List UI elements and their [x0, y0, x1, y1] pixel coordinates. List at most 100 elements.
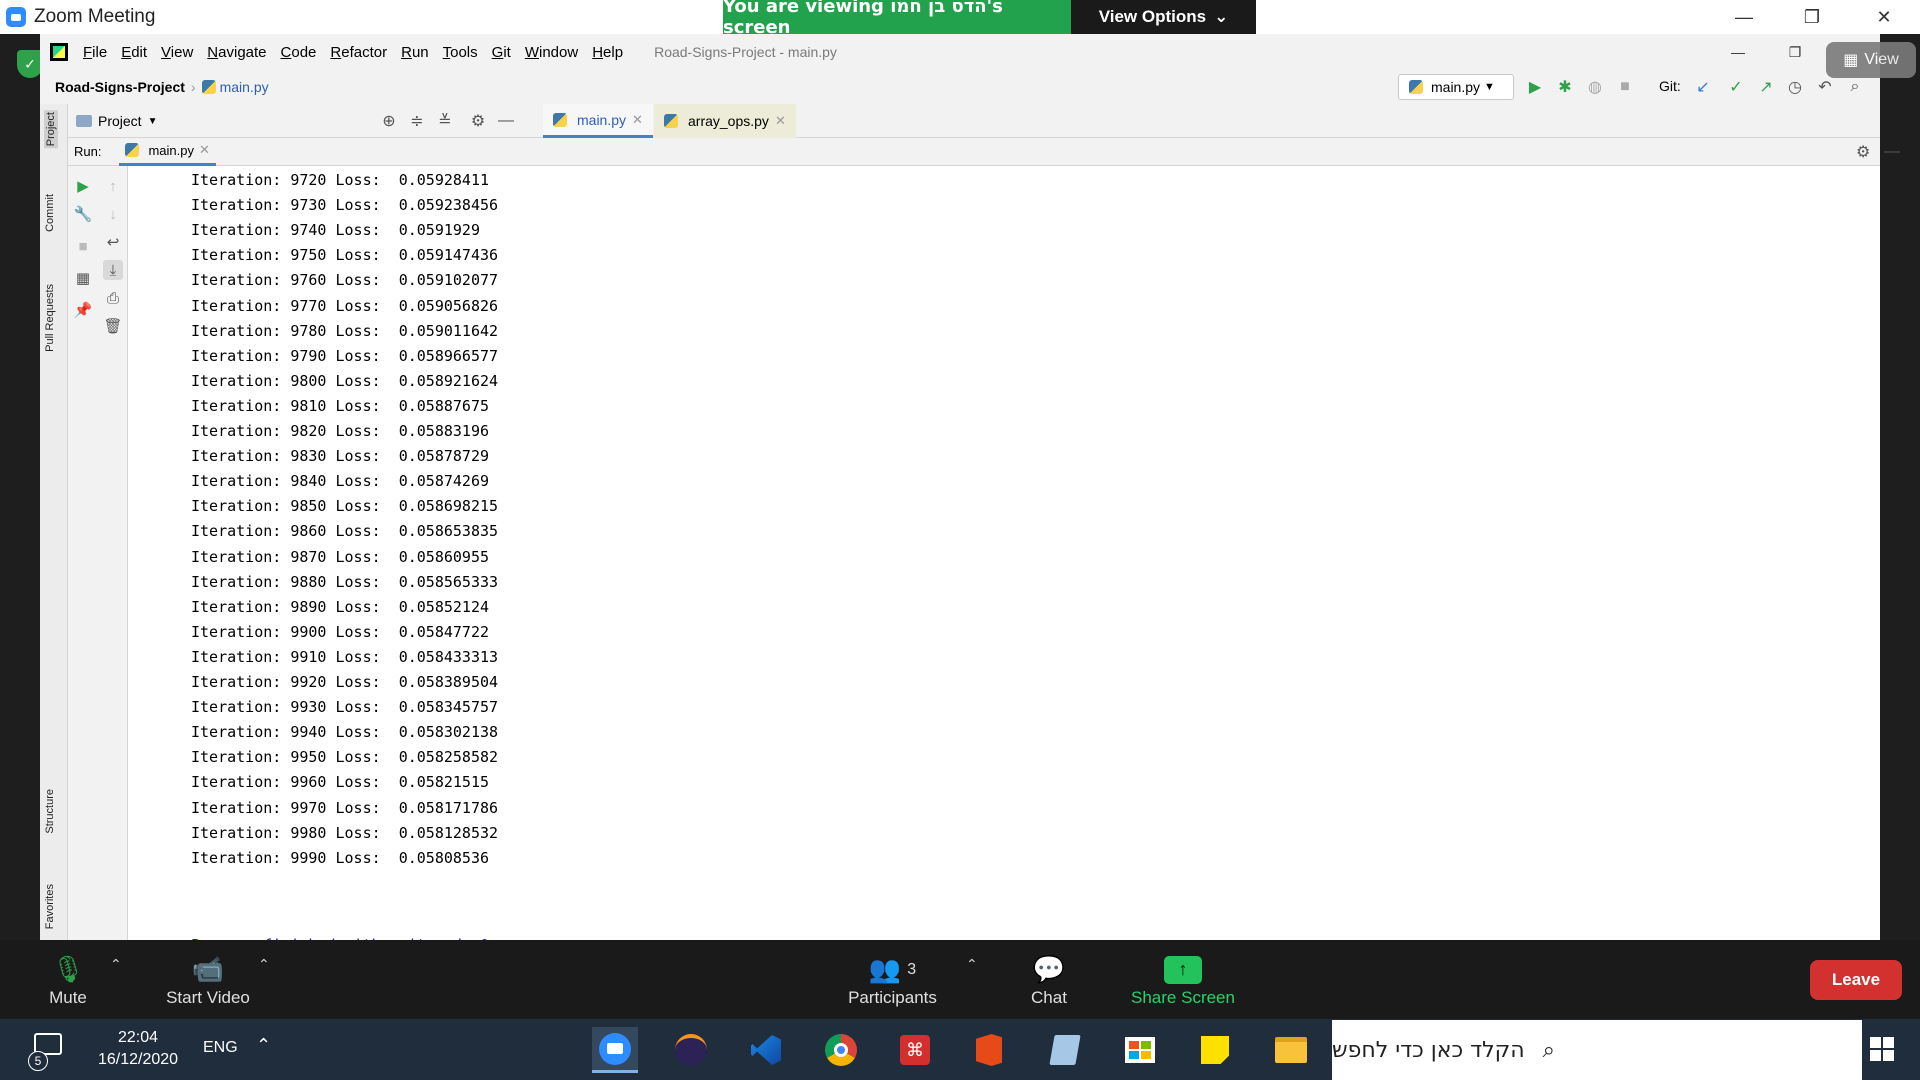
chevron-up-icon[interactable]: ⌃: [966, 956, 978, 973]
layout-icon[interactable]: ▦: [73, 268, 93, 288]
menu-code[interactable]: Code: [281, 44, 317, 61]
pull-requests-tool-button[interactable]: Pull Requests: [44, 284, 56, 352]
trash-icon[interactable]: 🗑: [103, 316, 123, 336]
rollback-icon[interactable]: ↶: [1814, 76, 1836, 98]
git-commit-icon[interactable]: ✓: [1725, 76, 1747, 98]
view-options-button[interactable]: View Options ⌄: [1071, 0, 1256, 34]
eclipse-app-icon[interactable]: [668, 1027, 714, 1073]
tab-main-py[interactable]: main.py ✕: [543, 104, 653, 138]
office-app-icon[interactable]: [966, 1027, 1012, 1073]
chevron-up-icon[interactable]: ⌃: [258, 956, 270, 973]
rerun-icon[interactable]: ▶: [73, 176, 93, 196]
zoom-view-button[interactable]: ▦ View: [1826, 42, 1916, 78]
pin-icon[interactable]: 📌: [73, 300, 93, 320]
run-configuration-select[interactable]: main.py ▼: [1398, 74, 1514, 100]
notification-count: 5: [28, 1051, 48, 1071]
close-icon[interactable]: ✕: [775, 113, 786, 129]
taskbar-search[interactable]: ⌕ הקלד כאן כדי לחפש: [1332, 1020, 1862, 1080]
collapse-all-icon[interactable]: ≚: [434, 110, 456, 132]
soft-wrap-icon[interactable]: ↩: [103, 232, 123, 252]
hide-icon[interactable]: —: [1884, 143, 1900, 161]
menu-tools[interactable]: Tools: [443, 44, 478, 61]
locate-icon[interactable]: ⊕: [378, 110, 400, 132]
run-icon[interactable]: ▶: [1524, 76, 1546, 98]
mute-button[interactable]: 🎙 Mute: [38, 940, 98, 1019]
breadcrumb-file[interactable]: main.py: [220, 79, 269, 95]
mute-label: Mute: [49, 987, 87, 1007]
chevron-down-icon: ▼: [147, 115, 158, 127]
clock-date: 16/12/2020: [97, 1051, 179, 1068]
coverage-icon[interactable]: ◍: [1584, 76, 1606, 98]
chrome-app-icon[interactable]: [818, 1027, 864, 1073]
breadcrumb-root[interactable]: Road-Signs-Project: [55, 79, 185, 95]
arrow-up-icon[interactable]: ↑: [103, 176, 123, 196]
start-video-button[interactable]: 📹 Start Video: [158, 940, 258, 1019]
acrobat-app-icon[interactable]: ⌘: [892, 1027, 938, 1073]
menu-edit[interactable]: Edit: [121, 44, 147, 61]
minimize-button[interactable]: —: [1714, 0, 1774, 34]
print-icon[interactable]: ⎙: [103, 288, 123, 308]
leave-button[interactable]: Leave: [1810, 960, 1902, 1000]
structure-tool-button[interactable]: Structure: [44, 789, 56, 834]
menu-git[interactable]: Git: [492, 44, 511, 61]
zoom-app-icon[interactable]: [592, 1027, 638, 1073]
sticky-notes-app-icon[interactable]: [1192, 1027, 1238, 1073]
taskbar-clock[interactable]: 22:04 16/12/2020: [84, 1027, 192, 1071]
ide-minimize-button[interactable]: —: [1713, 34, 1763, 70]
minimize-icon: —: [1735, 6, 1753, 27]
menu-window[interactable]: Window: [525, 44, 578, 61]
hide-icon[interactable]: —: [495, 110, 517, 132]
stop-icon[interactable]: ■: [73, 236, 93, 256]
git-push-icon[interactable]: ↗: [1755, 76, 1777, 98]
windows-start-icon[interactable]: [1870, 1037, 1894, 1061]
tab-array-ops-py[interactable]: array_ops.py ✕: [654, 104, 796, 138]
console-line: Iteration: 9880 Loss: 0.058565333: [191, 572, 499, 591]
close-icon[interactable]: ✕: [199, 142, 210, 158]
console-line: Iteration: 9730 Loss: 0.059238456: [191, 196, 499, 215]
favorites-tool-button[interactable]: Favorites: [44, 884, 56, 929]
gear-icon[interactable]: ⚙: [467, 110, 489, 132]
run-tab-main-py[interactable]: main.py ✕: [119, 138, 216, 166]
console-line: Iteration: 9840 Loss: 0.05874269: [191, 472, 490, 491]
share-icon-wrap: ↑: [1164, 952, 1202, 988]
scroll-to-end-icon[interactable]: ⤓: [103, 260, 123, 280]
close-icon[interactable]: ✕: [632, 112, 643, 128]
menu-navigate[interactable]: Navigate: [207, 44, 266, 61]
project-tool-button[interactable]: Project: [44, 110, 58, 149]
ide-restore-button[interactable]: ❐: [1770, 34, 1820, 70]
menu-refactor[interactable]: Refactor: [330, 44, 387, 61]
search-icon[interactable]: ⌕: [1844, 76, 1866, 98]
expand-all-icon[interactable]: ≑: [406, 110, 428, 132]
wrench-icon[interactable]: 🔧: [73, 204, 93, 224]
history-icon[interactable]: ◷: [1784, 76, 1806, 98]
vscode-app-icon[interactable]: [743, 1027, 789, 1073]
file-explorer-app-icon[interactable]: [1268, 1027, 1314, 1073]
restore-button[interactable]: ❐: [1782, 0, 1842, 34]
close-button[interactable]: ✕: [1854, 0, 1914, 34]
menu-view[interactable]: View: [161, 44, 193, 61]
run-console[interactable]: Process finished with exit code 0 Iterat…: [128, 166, 1880, 954]
menu-file[interactable]: File: [83, 44, 107, 61]
arrow-down-icon[interactable]: ↓: [103, 204, 123, 224]
menu-run[interactable]: Run: [401, 44, 429, 61]
project-dropdown[interactable]: Project ▼: [76, 104, 157, 138]
menu-help[interactable]: Help: [592, 44, 623, 61]
participants-button[interactable]: 👥 3 Participants: [840, 940, 945, 1019]
stop-icon[interactable]: ■: [1614, 76, 1636, 98]
console-line: Iteration: 9960 Loss: 0.05821515: [191, 773, 490, 792]
chevron-up-icon[interactable]: ⌃: [110, 956, 122, 973]
notepad-app-icon[interactable]: [1042, 1027, 1088, 1073]
folder-icon: [76, 115, 92, 127]
language-indicator[interactable]: ENG: [203, 1039, 238, 1057]
git-update-icon[interactable]: ↙: [1692, 76, 1714, 98]
console-line: Iteration: 9800 Loss: 0.058921624: [191, 371, 499, 390]
share-screen-button[interactable]: ↑ Share Screen: [1128, 940, 1238, 1019]
python-icon: [1409, 80, 1423, 94]
chevron-up-icon[interactable]: ⌃: [256, 1035, 271, 1056]
debug-icon[interactable]: ✱: [1554, 76, 1576, 98]
gear-icon[interactable]: ⚙: [1856, 142, 1870, 162]
store-app-icon[interactable]: [1117, 1027, 1163, 1073]
commit-tool-button[interactable]: Commit: [44, 194, 56, 232]
run-configuration-label: main.py: [1431, 79, 1481, 95]
chat-button[interactable]: 💬 Chat: [1028, 940, 1070, 1019]
